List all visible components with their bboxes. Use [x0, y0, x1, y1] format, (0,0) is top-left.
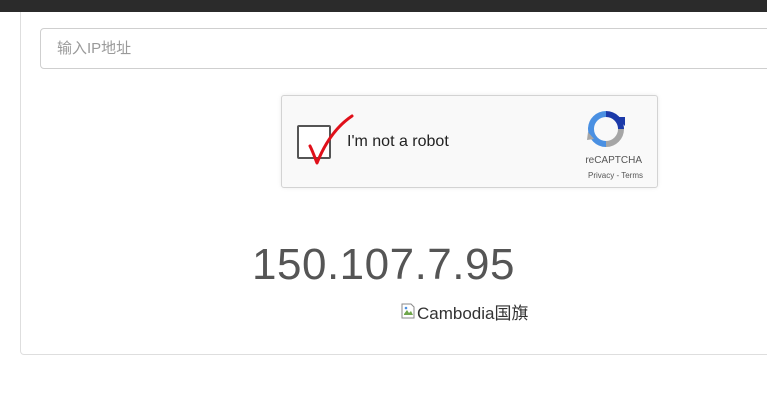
- privacy-link[interactable]: Privacy: [588, 171, 614, 180]
- flag-alt-text: Cambodia国旗: [417, 303, 529, 323]
- recaptcha-label: I'm not a robot: [347, 133, 449, 150]
- recaptcha-widget: I'm not a robot reCAPTCHA Privacy - Term…: [281, 95, 658, 188]
- recaptcha-logo-icon: [587, 111, 625, 147]
- ip-address-display: 150.107.7.95: [252, 240, 515, 289]
- country-flag-image: Cambodia国旗: [401, 300, 529, 323]
- recaptcha-links: Privacy - Terms: [588, 171, 643, 180]
- recaptcha-brand: reCAPTCHA: [585, 155, 642, 166]
- ip-address-input[interactable]: [40, 28, 767, 69]
- recaptcha-checkbox[interactable]: [297, 125, 331, 159]
- broken-image-icon: [401, 303, 415, 319]
- terms-link[interactable]: Terms: [621, 171, 643, 180]
- browser-top-bar: [0, 0, 767, 12]
